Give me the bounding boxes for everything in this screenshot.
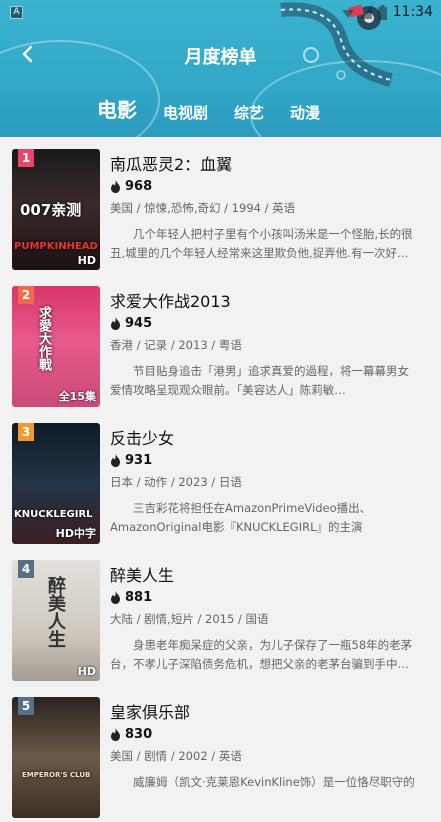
poster-image[interactable]: 2 求愛大作戰 全15集 — [12, 286, 100, 407]
tab-variety[interactable]: 综艺 — [234, 102, 264, 123]
item-description: 三吉彩花将担任在AmazonPrimeVideo播出、AmazonOrigina… — [110, 501, 372, 534]
item-meta: 美国 / 惊悚,恐怖,奇幻 / 1994 / 英语 — [110, 201, 296, 215]
battery-icon — [377, 4, 387, 20]
item-title[interactable]: 反击少女 — [110, 425, 420, 448]
category-tabs: 电影 电视剧 综艺 动漫 — [97, 94, 346, 123]
poster-image[interactable]: 1 007亲测 PUMPKINHEAD HD — [12, 149, 100, 270]
poster-quality-tag: HD — [77, 254, 96, 267]
poster-image[interactable]: 4 醉美人生 HD — [12, 560, 100, 681]
poster-caption: 007亲测 — [20, 201, 82, 219]
status-time: 11:34 — [392, 4, 433, 20]
list-item[interactable]: 4 醉美人生 HD 醉美人生 881 大陆 / 剧情,短片 / 2015 / 国… — [0, 548, 441, 685]
item-meta: 日本 / 动作 / 2023 / 日语 — [110, 475, 242, 489]
heat-score: 968 — [110, 178, 420, 194]
poster-logo-text: KNUCKLEGIRL — [14, 509, 93, 520]
rank-badge: 4 — [18, 560, 34, 578]
heat-value: 968 — [125, 178, 153, 194]
wifi-off-icon — [341, 10, 354, 18]
item-description: 威廉姆（凯文·克莱恩KevinKline饰）是一位恪尽职守的 — [133, 775, 415, 789]
item-info: 反击少女 931 日本 / 动作 / 2023 / 日语 三吉彩花将担任在Ama… — [110, 425, 420, 537]
heat-score: 945 — [110, 315, 420, 331]
item-description: 几个年轻人把村子里有个小孩叫汤米是一个怪胎,长的很丑,城里的几个年轻人经常来这里… — [110, 227, 413, 260]
item-meta: 香港 / 记录 / 2013 / 粤语 — [110, 338, 242, 352]
poster-logo-text: EMPEROR'S CLUB — [22, 771, 91, 779]
flame-icon — [111, 727, 120, 741]
item-title[interactable]: 求爱大作战2013 — [110, 288, 420, 311]
tab-anime[interactable]: 动漫 — [290, 102, 320, 123]
heat-value: 830 — [125, 726, 153, 742]
page-title: 月度榜单 — [184, 47, 257, 68]
item-description: 身患老年痴呆症的父亲，为儿子保存了一瓶58年的老茅台，不孝儿子深陷债务危机，想把… — [110, 638, 413, 671]
flame-icon — [111, 590, 120, 604]
flame-icon — [111, 316, 120, 330]
item-info: 醉美人生 881 大陆 / 剧情,短片 / 2015 / 国语 身患老年痴呆症的… — [110, 562, 420, 674]
item-title[interactable]: 醉美人生 — [110, 562, 420, 585]
header-banner: A 11:34 月度榜单 电影 电视剧 综艺 动漫 — [0, 0, 441, 137]
poster-image[interactable]: 3 KNUCKLEGIRL HD中字 — [12, 423, 100, 544]
nav-bar: 月度榜单 — [0, 34, 441, 74]
poster-quality-tag: HD中字 — [55, 527, 96, 540]
item-meta: 美国 / 剧情 / 2002 / 英语 — [110, 749, 242, 763]
item-title[interactable]: 皇家俱乐部 — [110, 699, 420, 722]
tab-movie[interactable]: 电影 — [97, 94, 137, 123]
ranking-list: 1 007亲测 PUMPKINHEAD HD 南瓜恶灵2：血翼 968 美国 /… — [0, 137, 441, 822]
poster-quality-tag: HD — [77, 665, 96, 678]
tab-tv[interactable]: 电视剧 — [163, 102, 208, 123]
list-item[interactable]: 5 EMPEROR'S CLUB 皇家俱乐部 830 美国 / 剧情 / 200… — [0, 685, 441, 822]
heat-score: 931 — [110, 452, 420, 468]
rank-badge: 1 — [18, 149, 34, 167]
flame-icon — [111, 179, 120, 193]
item-meta: 大陆 / 剧情,短片 / 2015 / 国语 — [110, 612, 269, 626]
heat-value: 881 — [125, 589, 153, 605]
flame-icon — [111, 453, 120, 467]
status-bar: A 11:34 — [0, 0, 441, 26]
heat-value: 945 — [125, 315, 153, 331]
poster-caption: 求愛大作戰 — [36, 306, 51, 371]
item-info: 皇家俱乐部 830 美国 / 剧情 / 2002 / 英语 威廉姆（凯文·克莱恩… — [110, 699, 420, 811]
rank-badge: 2 — [18, 286, 34, 304]
list-item[interactable]: 1 007亲测 PUMPKINHEAD HD 南瓜恶灵2：血翼 968 美国 /… — [0, 137, 441, 274]
poster-quality-tag: 全15集 — [58, 390, 96, 403]
item-description: 节目贴身追击「港男」追求真爱的過程，将一幕幕男女爱情攻略呈现观众眼前。「美容达人… — [110, 364, 409, 397]
signal-icon — [359, 5, 372, 19]
poster-logo-text: PUMPKINHEAD — [14, 241, 98, 252]
heat-score: 830 — [110, 726, 420, 742]
poster-caption: 醉美人生 — [45, 576, 66, 648]
rank-badge: 3 — [18, 423, 34, 441]
heat-score: 881 — [110, 589, 420, 605]
list-item[interactable]: 2 求愛大作戰 全15集 求爱大作战2013 945 香港 / 记录 / 201… — [0, 274, 441, 411]
item-title[interactable]: 南瓜恶灵2：血翼 — [110, 151, 420, 174]
app-notification-icon: A — [10, 6, 23, 19]
item-info: 南瓜恶灵2：血翼 968 美国 / 惊悚,恐怖,奇幻 / 1994 / 英语 几… — [110, 151, 420, 263]
heat-value: 931 — [125, 452, 153, 468]
list-item[interactable]: 3 KNUCKLEGIRL HD中字 反击少女 931 日本 / 动作 / 20… — [0, 411, 441, 548]
poster-image[interactable]: 5 EMPEROR'S CLUB — [12, 697, 100, 818]
rank-badge: 5 — [18, 697, 34, 715]
item-info: 求爱大作战2013 945 香港 / 记录 / 2013 / 粤语 节目贴身追击… — [110, 288, 420, 400]
